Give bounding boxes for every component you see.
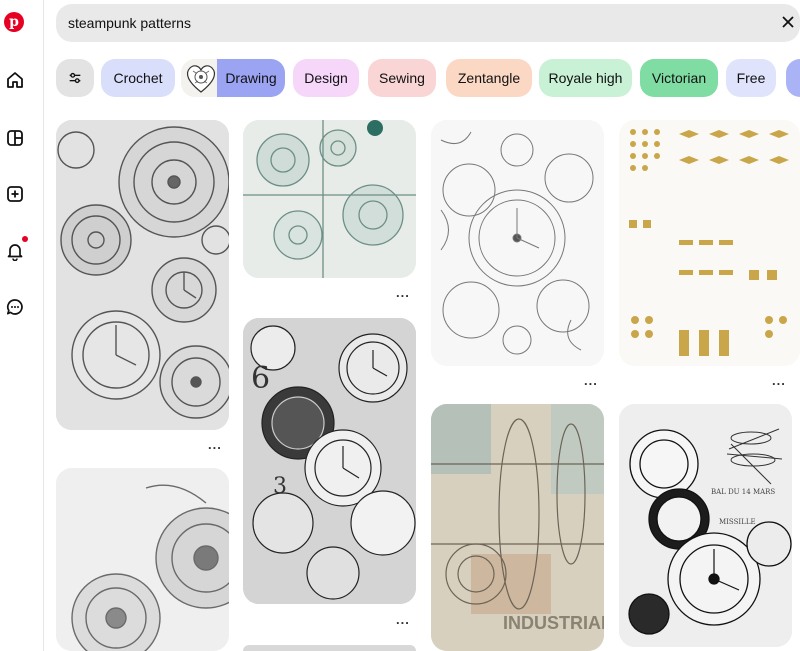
pin-image: INDUSTRIAL: [431, 404, 604, 651]
pin-clock-dragonfly-collage[interactable]: BAL DU 14 MARS MISSILLE: [619, 404, 792, 647]
pin-industrial-airship[interactable]: INDUSTRIAL: [431, 404, 604, 651]
pin-image: [431, 120, 604, 366]
pin-teal-gears-blueprint[interactable]: [243, 120, 416, 278]
svg-text:BAL DU 14 MARS: BAL DU 14 MARS: [711, 488, 775, 496]
pin-more-options-button[interactable]: ...: [208, 437, 222, 452]
sliders-icon: [69, 72, 81, 84]
pin-gold-ornaments-sheet[interactable]: [619, 120, 800, 366]
pin-gear-pencil-drawing[interactable]: [56, 468, 229, 651]
pin-more-options-button[interactable]: ...: [396, 285, 410, 300]
chip-free[interactable]: Free: [726, 59, 776, 97]
svg-text:INDUSTRIAL: INDUSTRIAL: [503, 613, 604, 633]
pin-image: [619, 120, 800, 366]
pinterest-logo[interactable]: p: [4, 12, 24, 32]
chip-partial-next[interactable]: [786, 59, 800, 97]
chip-crochet[interactable]: Crochet: [101, 59, 175, 97]
pin-image: [56, 468, 229, 651]
svg-text:3: 3: [273, 474, 287, 499]
chip-victorian[interactable]: Victorian: [640, 59, 718, 97]
pin-more-options-button[interactable]: ...: [584, 373, 598, 388]
home-icon[interactable]: [4, 69, 26, 91]
pin-image: [243, 120, 416, 278]
pin-pocket-watches-collage[interactable]: 6 3: [243, 318, 416, 604]
chip-design[interactable]: Design: [293, 59, 359, 97]
explore-icon[interactable]: [4, 127, 26, 149]
pin-clock-floral-lineart[interactable]: [431, 120, 604, 366]
notifications-icon[interactable]: [4, 240, 26, 262]
pin-image: 6 3: [243, 318, 416, 604]
notification-badge: [22, 236, 28, 242]
pin-more-options-button[interactable]: ...: [772, 373, 786, 388]
pin-gears-clock-sketch[interactable]: [56, 120, 229, 430]
create-icon[interactable]: [4, 183, 26, 205]
pin-image: BAL DU 14 MARS MISSILLE: [619, 404, 792, 647]
chip-zentangle[interactable]: Zentangle: [446, 59, 532, 97]
filter-chips-bar: Crochet Drawing Design Sewing Zentangle …: [56, 58, 800, 98]
svg-text:MISSILLE: MISSILLE: [719, 518, 756, 526]
chip-drawing-thumbnail: [181, 59, 221, 97]
chip-royale-high[interactable]: Royale high: [539, 59, 632, 97]
pin-image: [56, 120, 229, 430]
search-bar[interactable]: steampunk patterns: [56, 4, 800, 42]
pin-more-options-button[interactable]: ...: [396, 612, 410, 627]
pin-partial-next[interactable]: [243, 645, 416, 651]
chip-drawing[interactable]: Drawing: [217, 59, 285, 97]
left-sidebar: p: [0, 0, 44, 651]
svg-text:6: 6: [251, 361, 270, 396]
search-input[interactable]: steampunk patterns: [68, 15, 191, 31]
chip-sewing[interactable]: Sewing: [368, 59, 436, 97]
messages-icon[interactable]: [4, 296, 26, 318]
pinterest-search-page: p steampunk patterns Crochet Drawing Des…: [0, 0, 800, 651]
clear-search-icon[interactable]: [780, 14, 796, 30]
filter-settings-button[interactable]: [56, 59, 94, 97]
